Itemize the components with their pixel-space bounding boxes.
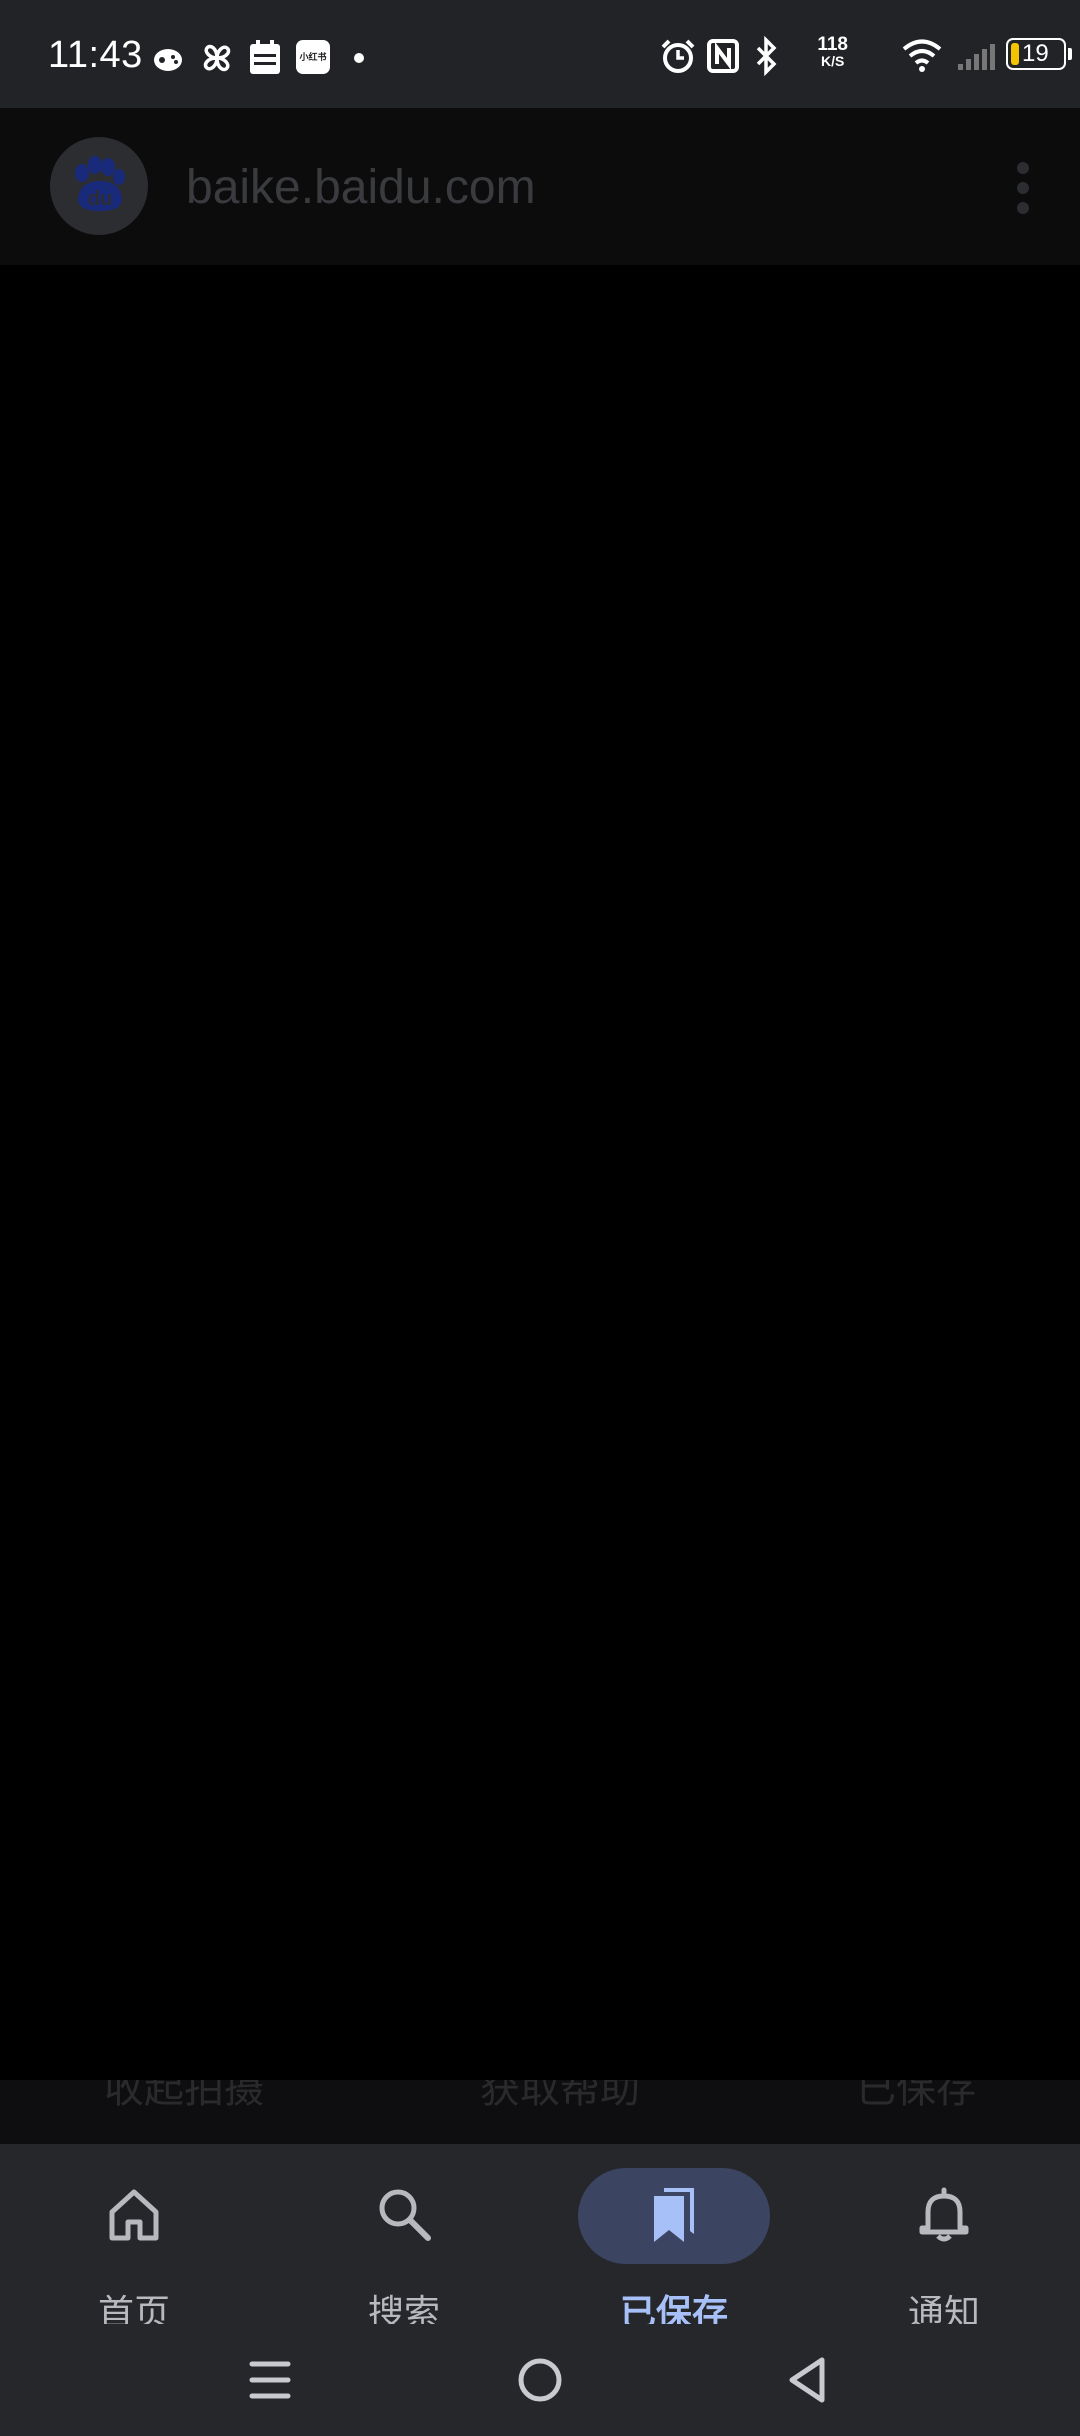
baidu-paw-icon: du [50,137,148,235]
nav-item-notifications[interactable]: 通知 [844,2158,1044,2333]
hidden-action-3: 已保存 [856,2080,976,2111]
nav-item-search[interactable]: 搜索 [304,2158,504,2333]
net-speed-unit: K/S [821,53,845,69]
bottom-nav: 首页 搜索 已保存 通知 [0,2144,1080,2333]
baidu-paw-icon-text: du [88,188,112,210]
xiaohongshu-icon: 小红书 [296,40,330,74]
battery-level: 19 [1022,40,1049,67]
url-bar: du baike.baidu.com [0,108,1080,265]
hidden-action-2: 获取帮助 [480,2080,640,2111]
xiaohongshu-icon-text: 小红书 [299,52,327,62]
nav-item-home[interactable]: 首页 [34,2158,234,2333]
calendar-icon [250,40,280,74]
battery-fill [1011,43,1019,65]
battery-icon: 19 [1006,38,1066,70]
dot-icon [354,53,364,63]
home-circle-icon[interactable] [510,2350,570,2410]
game-controller-icon [154,49,182,71]
back-icon[interactable] [780,2350,840,2410]
nfc-icon [707,39,739,73]
net-speed-value: 118 [817,34,848,55]
bookmarks-icon [654,2188,694,2242]
hidden-action-row: 收起拍摄 获取帮助 已保存 [0,2080,1080,2144]
alarm-icon [661,39,695,73]
nav-item-saved[interactable]: 已保存 [574,2158,774,2333]
home-icon [109,2189,159,2241]
pinwheel-icon [203,44,231,72]
url-text[interactable]: baike.baidu.com [186,160,536,215]
bell-icon [919,2187,969,2242]
net-speed: 118 K/S [817,34,848,70]
search-icon [379,2189,431,2241]
status-bar: 11:43 小红书 118 K/S 19 [0,0,1080,108]
hidden-action-1: 收起拍摄 [104,2080,264,2111]
more-vertical-icon[interactable] [1008,158,1038,218]
bluetooth-icon [756,36,777,76]
content-overlay [0,265,1080,2080]
wifi-icon [902,39,942,72]
status-time: 11:43 [48,34,143,76]
system-nav-bar [0,2324,1080,2436]
system-icons: 118 K/S 19 [660,30,1080,80]
menu-icon[interactable] [240,2350,300,2410]
battery-tip [1068,48,1072,60]
signal-icon [958,44,995,70]
